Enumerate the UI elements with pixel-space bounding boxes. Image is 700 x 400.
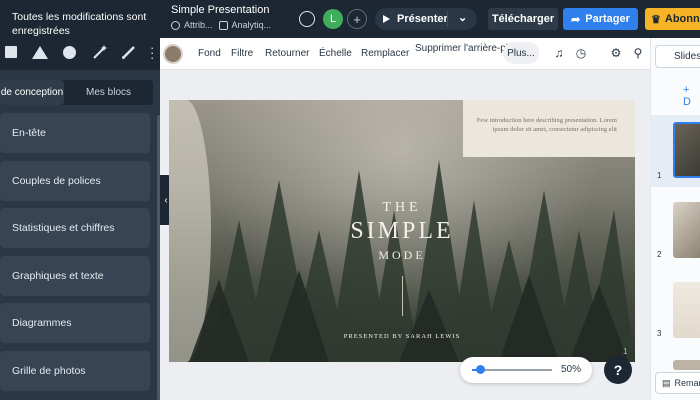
clock-icon[interactable]: ◷ <box>573 45 589 61</box>
tab-slides[interactable]: Slides <box>655 45 700 68</box>
slide-thumbnail[interactable] <box>673 202 700 258</box>
avatar[interactable]: L <box>323 9 343 29</box>
document-title[interactable]: Simple Presentation <box>171 4 301 16</box>
slide-thumbnail[interactable] <box>673 282 700 338</box>
slide-thumbnail[interactable] <box>673 360 700 370</box>
chevron-down-icon[interactable]: ⌄ <box>458 11 467 24</box>
attribution-icon <box>171 20 180 30</box>
save-status: Toutes les modifications sont enregistré… <box>12 11 147 37</box>
pen-icon[interactable] <box>121 44 137 60</box>
square-icon[interactable] <box>5 46 17 58</box>
magic-wand-icon[interactable] <box>92 44 108 60</box>
attribution-chip[interactable]: Attrib... <box>171 20 213 30</box>
category-header[interactable]: En-tête <box>0 113 150 153</box>
settings-icon[interactable]: ⚙ <box>608 45 624 61</box>
category-photo-grid[interactable]: Grille de photos <box>0 351 150 391</box>
title-the[interactable]: THE <box>169 200 635 216</box>
notes-icon: ▤ <box>662 377 671 388</box>
circle-icon[interactable] <box>63 46 76 59</box>
notes-button[interactable]: ▤ Remar <box>655 372 700 394</box>
title-simple[interactable]: SIMPLE <box>169 218 635 245</box>
more-vertical-icon[interactable]: · · · <box>150 41 154 64</box>
comment-icon[interactable] <box>299 11 315 27</box>
thumbnail-number: 1 <box>657 171 662 180</box>
analytics-label: Analytiq... <box>231 20 272 30</box>
add-slide-button[interactable]: + D <box>683 84 700 108</box>
slide-thumbnail[interactable] <box>673 122 700 178</box>
thumbnail-number: 2 <box>657 250 662 259</box>
share-button[interactable]: ➦ Partager <box>563 8 638 30</box>
crown-icon: ♛ <box>651 13 661 26</box>
toolbar-more-button[interactable]: Plus... <box>503 42 539 64</box>
upgrade-button[interactable]: ♛ Abonn... <box>645 8 700 30</box>
triangle-icon[interactable] <box>32 46 48 59</box>
toolbar-replace[interactable]: Remplacer <box>361 48 409 59</box>
zoom-slider-handle[interactable] <box>476 365 485 374</box>
audio-note-icon[interactable]: ♫ <box>551 45 567 61</box>
play-icon <box>383 15 390 23</box>
toolbar-scale[interactable]: Échelle <box>319 48 352 59</box>
title-mode[interactable]: MODE <box>169 248 635 263</box>
document-title-area: Simple Presentation Attrib... Analytiq..… <box>171 4 301 30</box>
toolbar-flip[interactable]: Retourner <box>265 48 309 59</box>
present-label: Présenter <box>397 13 448 25</box>
title-divider <box>402 276 403 316</box>
share-label: Partager <box>585 13 630 25</box>
category-charts-text[interactable]: Graphiques et texte <box>0 256 150 296</box>
present-button[interactable]: Présenter ⌄ <box>375 8 477 30</box>
category-stats[interactable]: Statistiques et chiffres <box>0 208 150 248</box>
share-icon: ➦ <box>571 13 581 26</box>
search-icon[interactable]: ⚲ <box>630 45 646 61</box>
download-button[interactable]: Télécharger <box>488 8 558 30</box>
present-divider <box>447 11 448 27</box>
toolbar-filter[interactable]: Filtre <box>231 48 253 59</box>
attribution-label: Attrib... <box>184 20 213 30</box>
analytics-chip[interactable]: Analytiq... <box>218 20 272 30</box>
tab-design[interactable]: de conception <box>0 80 64 105</box>
help-button[interactable]: ? <box>604 356 632 384</box>
category-diagrams[interactable]: Diagrammes <box>0 303 150 343</box>
toolbar-background[interactable]: Fond <box>198 48 221 59</box>
notes-label: Remar <box>674 378 700 388</box>
presented-by[interactable]: PRESENTED BY SARAH LEWIS <box>169 333 635 340</box>
analytics-icon <box>218 20 228 30</box>
zoom-value: 50% <box>561 364 582 375</box>
background-swatch[interactable] <box>163 44 183 64</box>
thumbnail-number: 3 <box>657 329 662 338</box>
add-collaborator-button[interactable]: + <box>347 9 367 29</box>
intro-text[interactable]: Few introduction here describing present… <box>475 116 617 134</box>
upgrade-label: Abonn... <box>664 13 700 25</box>
tab-my-blocks[interactable]: Mes blocs <box>64 80 153 105</box>
category-font-pairs[interactable]: Couples de polices <box>0 161 150 201</box>
document-chips: Attrib... Analytiq... <box>171 20 301 30</box>
slide-page-number: 1 <box>623 347 628 356</box>
